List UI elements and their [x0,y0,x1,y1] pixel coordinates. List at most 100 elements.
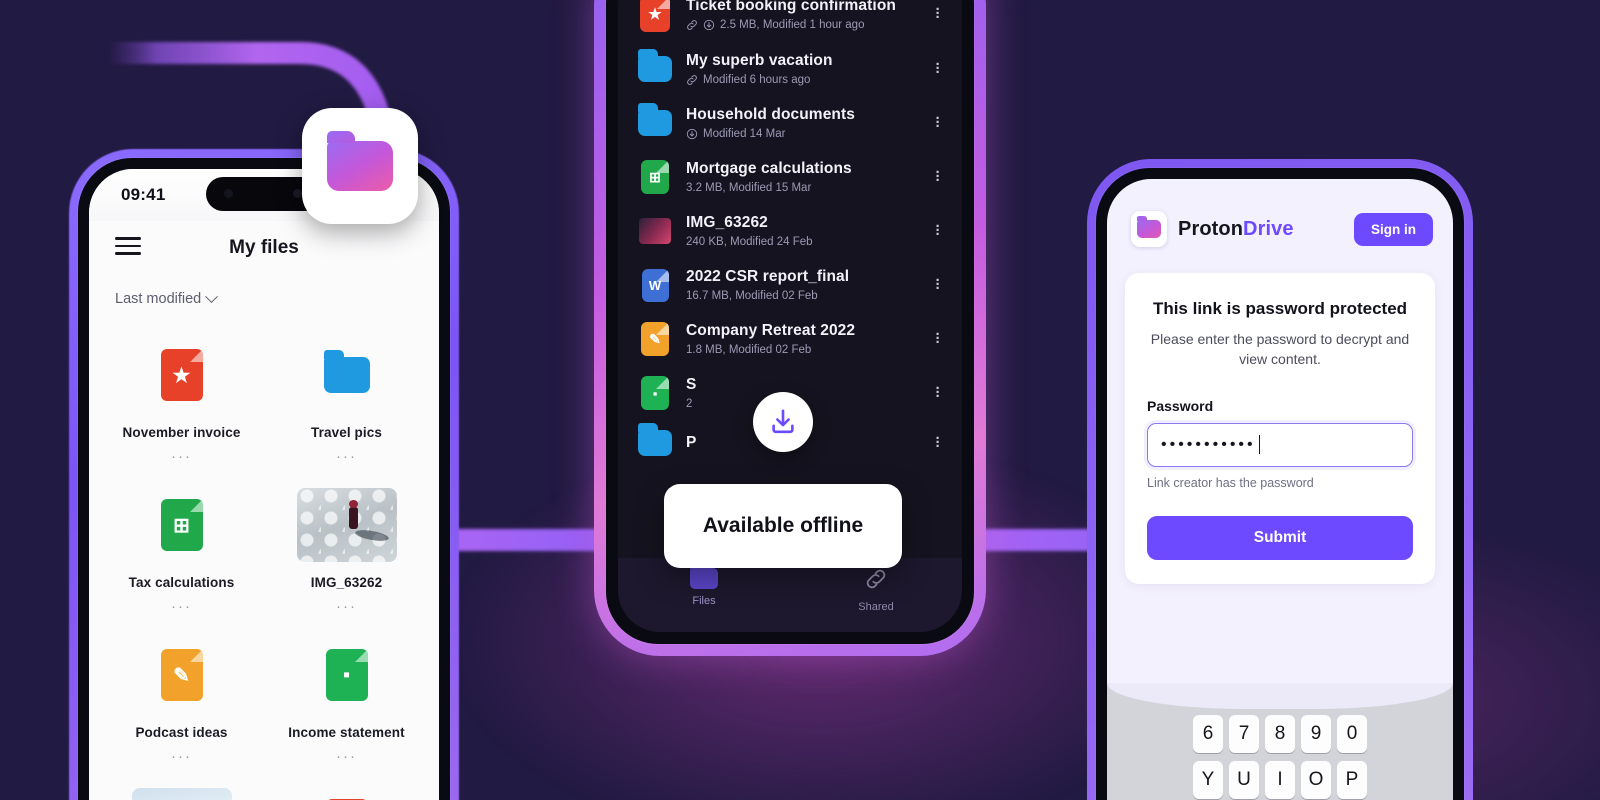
password-label: Password [1147,397,1214,414]
link-icon [687,20,697,30]
chevron-down-icon [205,289,219,303]
key-8[interactable]: 8 [1265,715,1295,753]
key-P[interactable]: P [1337,761,1367,799]
list-item-meta: 2.5 MB, Modified 1 hour ago [720,19,865,31]
key-Y[interactable]: Y [1193,761,1223,799]
key-I[interactable]: I [1265,761,1295,799]
submit-button[interactable]: Submit [1147,515,1413,560]
card-subheading: Please enter the password to decrypt and… [1150,331,1410,368]
list-item-more-icon[interactable]: · · · [930,273,946,296]
word-file-icon: W [641,268,669,302]
list-item-meta-row: 16.7 MB, Modified 02 Feb [686,290,916,302]
screenshot-stage: zA8hFjh knD52oA EBqKFa2p 2d7x3d6g X99Bzk… [0,0,1600,800]
download-icon [703,19,715,31]
download-icon [772,409,794,434]
key-O[interactable]: O [1301,761,1331,799]
pdf-file-icon: ★ [160,349,203,401]
left-phone-mockup: 09:41 My files Last modified ★ November … [69,149,459,800]
web-header: ProtonDrive Sign in [1107,179,1453,247]
grid-item-more-icon[interactable]: ··· [99,748,264,765]
list-item-meta-row: 2.5 MB, Modified 1 hour ago [686,19,916,31]
page-title: My files [229,237,299,258]
key-0[interactable]: 0 [1337,715,1367,753]
keyboard-row-top: Y U I O P [1111,761,1449,799]
note-file-icon: ✎ [160,649,203,701]
download-icon [686,128,698,140]
list-item[interactable]: ★ Ticket booking confirmation 2.5 MB, Mo… [618,0,962,42]
list-item-name: S [686,376,697,393]
list-item[interactable]: My superb vacation Modified 6 hours ago … [618,42,962,96]
grid-item[interactable]: Travel pics ··· [264,325,429,471]
list-item[interactable]: ✎ Company Retreat 2022 1.8 MB, Modified … [618,312,962,366]
card-heading: This link is password protected [1152,299,1408,318]
password-hint: Link creator has the password [1147,475,1314,490]
folder-icon [638,103,672,136]
proton-drive-app-icon [302,108,418,224]
sort-label: Last modified [115,291,202,307]
text-caret [1258,435,1261,455]
key-9[interactable]: 9 [1301,715,1331,753]
list-item-more-icon[interactable]: · · · [930,2,946,25]
chart-file-icon: ▪ [641,376,669,410]
key-6[interactable]: 6 [1193,715,1223,753]
list-item-more-icon[interactable]: · · · [930,165,946,188]
photo-thumbnail [131,788,232,800]
grid-item-more-icon[interactable]: ··· [99,448,264,465]
download-fab-button[interactable] [753,392,813,452]
list-item-name: Ticket booking confirmation [686,0,896,14]
status-time: 09:41 [121,185,166,204]
list-item-more-icon[interactable]: · · · [930,219,946,242]
list-item-name: My superb vacation [686,52,833,69]
list-item[interactable]: Household documents Modified 14 Mar · · · [618,96,962,150]
list-item-more-icon[interactable]: · · · [930,381,946,404]
list-item[interactable]: ⊞ Mortgage calculations 3.2 MB, Modified… [618,150,962,204]
folder-icon [690,564,718,589]
list-item-more-icon[interactable]: · · · [930,327,946,350]
grid-item-more-icon[interactable]: ··· [264,448,429,465]
list-item-meta: 3.2 MB, Modified 15 Mar [686,182,812,194]
pdf-file-icon: ★ [640,0,670,32]
sign-in-button[interactable]: Sign in [1354,212,1433,246]
list-item-name: Household documents [686,106,855,123]
grid-item[interactable] [264,775,429,800]
grid-item-label: Travel pics [311,425,382,440]
password-input[interactable]: ••••••••••• [1147,422,1413,467]
list-item-meta: 240 KB, Modified 24 Feb [686,236,813,248]
tab-label: Files [692,595,716,607]
note-file-icon: ✎ [641,322,669,356]
folder-icon [323,350,370,393]
left-phone-screen: 09:41 My files Last modified ★ November … [89,169,439,800]
list-item-meta: 2 [686,398,693,410]
list-item[interactable]: W 2022 CSR report_final 16.7 MB, Modifie… [618,258,962,312]
password-value: ••••••••••• [1161,435,1256,453]
left-phone-appbar: My files [89,221,439,275]
list-item-name: 2022 CSR report_final [686,268,850,285]
key-7[interactable]: 7 [1229,715,1259,753]
grid-item[interactable]: ★ November invoice ··· [99,325,264,471]
tab-shared[interactable]: Shared [790,568,962,613]
grid-item[interactable]: ▪ Income statement ··· [264,625,429,771]
list-item-more-icon[interactable]: · · · [930,431,946,454]
grid-item[interactable]: ⊞ Tax calculations ··· [99,475,264,621]
grid-item-more-icon[interactable]: ··· [99,598,264,615]
brand-secondary: Drive [1243,217,1294,240]
grid-item[interactable]: IMG_63262 ··· [264,475,429,621]
tab-files[interactable]: Files [618,564,790,607]
list-item-more-icon[interactable]: · · · [930,57,946,80]
spreadsheet-file-icon: ⊞ [160,499,203,551]
chart-file-icon: ▪ [325,649,368,701]
sort-selector[interactable]: Last modified [89,275,439,311]
onscreen-keyboard: 6 7 8 9 0 Y U I O P G H J K [1107,683,1453,800]
hamburger-menu-icon[interactable] [115,237,141,260]
list-item-name: IMG_63262 [686,214,768,231]
password-card: This link is password protected Please e… [1125,273,1435,584]
list-item-meta: Modified 6 hours ago [703,74,811,86]
grid-item[interactable] [99,775,264,800]
list-item-more-icon[interactable]: · · · [930,111,946,134]
list-item[interactable]: IMG_63262 240 KB, Modified 24 Feb · · · [618,204,962,258]
grid-item[interactable]: ✎ Podcast ideas ··· [99,625,264,771]
key-U[interactable]: U [1229,761,1259,799]
grid-item-more-icon[interactable]: ··· [264,598,429,615]
brand-primary: Proton [1178,217,1244,240]
grid-item-more-icon[interactable]: ··· [264,748,429,765]
